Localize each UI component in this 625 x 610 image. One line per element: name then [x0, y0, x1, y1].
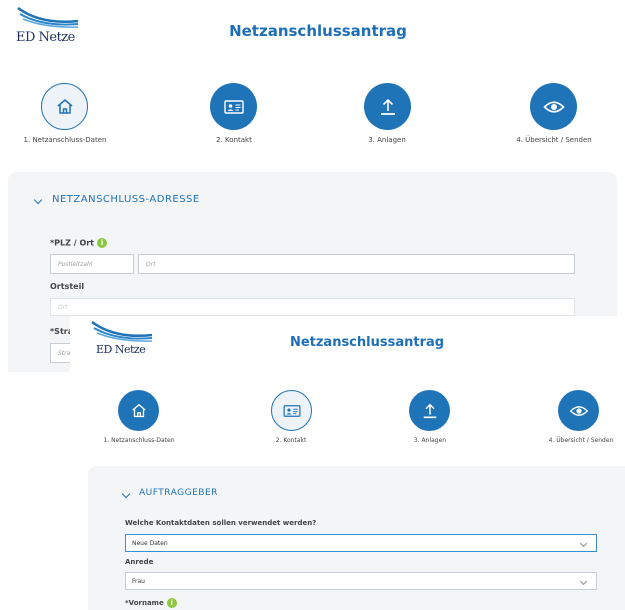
anrede-label: Anrede	[125, 558, 154, 566]
upload-icon	[423, 403, 436, 418]
logo-swoosh-icon	[91, 320, 153, 342]
logo-text: ED Netze	[96, 343, 146, 356]
step-2-label: 2. Kontakt	[216, 136, 252, 144]
step-2-label: 2. Kontakt	[275, 437, 307, 444]
step-3-label: 3. Anlagen	[413, 437, 447, 444]
kontaktdaten-select[interactable]: Neue Daten	[125, 534, 597, 552]
logo-swoosh-icon	[17, 6, 79, 28]
contact-card-icon	[283, 404, 300, 417]
step-3-circle[interactable]	[364, 83, 411, 130]
step-1-circle[interactable]	[118, 390, 159, 431]
step-4-label: 4. Übersicht / Senden	[516, 136, 592, 144]
anrede-select[interactable]: Frau	[125, 572, 597, 590]
section-title[interactable]: NETZANSCHLUSS-ADRESSE	[52, 194, 200, 205]
plz-input[interactable]: Postleitzahl	[50, 254, 134, 274]
step-2-circle[interactable]	[210, 83, 257, 130]
plz-ort-label-text: *PLZ / Ort	[50, 238, 95, 248]
ort-input[interactable]: Ort	[138, 254, 575, 274]
kontaktdaten-value: Neue Daten	[132, 539, 168, 547]
house-icon	[131, 403, 146, 417]
step-4-label: 4. Übersicht / Senden	[548, 437, 614, 444]
page-title: Netzanschlussantrag	[289, 335, 445, 350]
chevron-down-icon	[579, 577, 588, 586]
vorname-label: *Vorname i	[125, 598, 177, 608]
eye-icon	[569, 405, 588, 416]
screen-kontakt: ED Netze Netzanschlussantrag 1. Netzansc…	[70, 316, 625, 610]
kontaktdaten-label: Welche Kontaktdaten sollen verwendet wer…	[125, 519, 317, 527]
chevron-down-icon[interactable]	[121, 489, 131, 499]
step-1-label: 1. Netzanschluss-Daten	[23, 136, 107, 144]
eye-icon	[542, 100, 565, 113]
section-auftraggeber: AUFTRAGGEBER Welche Kontaktdaten sollen …	[88, 466, 625, 610]
plz-ort-label: *PLZ / Ort i	[50, 238, 108, 248]
logo-text: ED Netze	[16, 30, 75, 45]
page-title: Netzanschlussantrag	[229, 22, 407, 40]
step-3-circle[interactable]	[409, 390, 450, 431]
step-1-circle[interactable]	[41, 83, 88, 130]
ortsteil-input[interactable]: Ort	[50, 298, 575, 316]
ortsteil-label: Ortsteil	[50, 282, 85, 291]
chevron-down-icon	[579, 539, 588, 548]
info-icon[interactable]: i	[97, 238, 108, 248]
step-4-circle[interactable]	[558, 390, 599, 431]
upload-icon	[380, 98, 395, 115]
contact-card-icon	[223, 99, 244, 114]
step-1-label: 1. Netzanschluss-Daten	[103, 437, 175, 444]
info-icon[interactable]: i	[166, 598, 177, 608]
vorname-label-text: *Vorname	[125, 599, 164, 607]
section-title[interactable]: AUFTRAGGEBER	[139, 488, 218, 498]
house-icon	[57, 98, 72, 114]
anrede-value: Frau	[132, 577, 145, 585]
step-4-circle[interactable]	[530, 83, 577, 130]
step-3-label: 3. Anlagen	[368, 136, 406, 144]
step-2-circle[interactable]	[271, 390, 312, 431]
chevron-down-icon[interactable]	[33, 195, 43, 205]
